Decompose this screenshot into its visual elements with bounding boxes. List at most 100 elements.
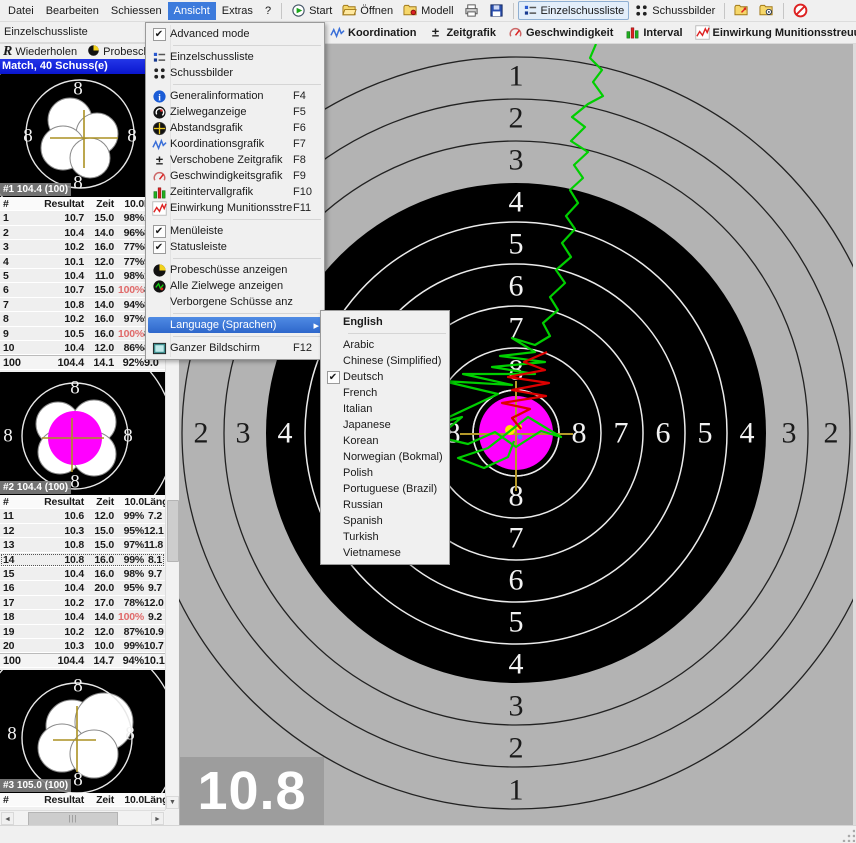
table-total-row[interactable]: 100104.414.794%10.1 [0, 653, 165, 668]
menubar-item-schiessen[interactable]: Schiessen [105, 2, 168, 20]
cell: 98% [114, 567, 144, 581]
menu-item-koordinationsgrafik[interactable]: KoordinationsgrafikF7 [146, 136, 324, 152]
shot-row[interactable]: 1510.416.098%9.7 [0, 567, 165, 581]
menu-item-einwirkung-munitionsstreuung[interactable]: Einwirkung MunitionsstreuungF11 [146, 200, 324, 216]
toolbar-button-label: Schussbilder [652, 5, 715, 17]
language-item-label: Vietnamese [343, 547, 444, 559]
all-paths-icon [152, 279, 167, 294]
svg-text:6: 6 [509, 270, 524, 303]
shot-row[interactable]: 1710.217.078%12.0 [0, 596, 165, 610]
language-item-arabic[interactable]: Arabic [321, 337, 449, 353]
graph-toggle-interval[interactable]: Interval [625, 25, 682, 40]
language-item-french[interactable]: French [321, 385, 449, 401]
horizontal-scrollbar[interactable]: ◄ ||| ► [0, 810, 165, 825]
menu-item-probesch-sse-anzeigen[interactable]: Probeschüsse anzeigen [146, 262, 324, 278]
language-item-label: Polish [343, 467, 444, 479]
menu-item-ganzer-bildschirm[interactable]: Ganzer BildschirmF12 [146, 340, 324, 356]
menu-separator [173, 219, 321, 220]
shot-row[interactable]: 810.216.097%9 [0, 312, 165, 326]
graph-toggle-einwirkung-munitionsstreuung[interactable]: Einwirkung Munitionsstreuung [695, 25, 856, 40]
menu-item-label: Menüleiste [170, 225, 293, 237]
shot-group-thumbnail[interactable]: 8888#3 105.0 (100) [0, 670, 165, 793]
language-item-italian[interactable]: Italian [321, 401, 449, 417]
horizontal-scroll-thumb[interactable]: ||| [28, 812, 118, 826]
language-item-vietnamese[interactable]: Vietnamese [321, 545, 449, 561]
toolbar-button-folder-export[interactable] [729, 1, 754, 20]
shot-group-thumbnail[interactable]: 8888#2 104.4 (100) [0, 372, 165, 495]
language-item-spanish[interactable]: Spanish [321, 513, 449, 529]
shot-row[interactable]: 1010.412.086%8 [0, 341, 165, 355]
cell: 12.0 [84, 341, 114, 355]
toolbar-button-folder-target[interactable] [754, 1, 779, 20]
toolbar-button-schussbilder[interactable]: Schussbilder [629, 1, 720, 20]
scroll-right-button[interactable]: ► [151, 812, 164, 825]
scroll-down-button[interactable]: ▼ [166, 796, 179, 809]
toolbar-button-print[interactable] [459, 1, 484, 20]
scroll-left-button[interactable]: ◄ [1, 812, 14, 825]
graph-toggle-geschwindigkeit[interactable]: Geschwindigkeit [508, 25, 613, 40]
menubar-item-datei[interactable]: Datei [2, 2, 40, 20]
vertical-scroll-thumb[interactable] [167, 500, 179, 562]
menu-item-verborgene-sch-sse-anzeigen[interactable]: Verborgene Schüsse anzeigen [146, 294, 324, 310]
language-item-turkish[interactable]: Turkish [321, 529, 449, 545]
shot-row[interactable]: 1810.414.0100%9.2 [0, 610, 165, 624]
toolbar-button-modell[interactable]: Modell [398, 1, 458, 20]
table-total-row[interactable]: 100104.414.192%9.0 [0, 355, 165, 370]
menu-item-abstandsgrafik[interactable]: AbstandsgrafikF6 [146, 120, 324, 136]
shot-row[interactable]: 610.715.0100%8 [0, 283, 165, 297]
repeat-button[interactable]: R Wiederholen [3, 46, 77, 58]
svg-text:8: 8 [123, 426, 133, 447]
language-item-russian[interactable]: Russian [321, 497, 449, 513]
toolbar-button-save[interactable] [484, 1, 509, 20]
resize-grip[interactable] [841, 828, 855, 842]
toolbar-button-einzelschussliste[interactable]: Einzelschussliste [518, 1, 630, 20]
menu-item-label: Zielweganzeige [170, 106, 293, 118]
toolbar-button-no-entry[interactable] [788, 1, 813, 20]
shot-row[interactable]: 1610.420.095%9.7 [0, 581, 165, 595]
language-item-japanese[interactable]: Japanese [321, 417, 449, 433]
language-item-english[interactable]: English [321, 314, 449, 330]
graph-toggle-koordination[interactable]: Koordination [330, 25, 416, 40]
shot-group-thumbnail[interactable]: 8888#1 104.4 (100) [0, 74, 165, 197]
shot-row[interactable]: 410.112.077%9 [0, 255, 165, 269]
menubar-item-help[interactable]: ? [259, 2, 277, 20]
menu-item-zielweganzeige[interactable]: ZielweganzeigeF5 [146, 104, 324, 120]
graph-toggle-zeitgrafik[interactable]: ±Zeitgrafik [428, 25, 496, 40]
language-item-portuguese-brazil[interactable]: Portuguese (Brazil) [321, 481, 449, 497]
language-item-deutsch[interactable]: ✔Deutsch [321, 369, 449, 385]
toolbar-button-start[interactable]: Start [286, 1, 337, 20]
shot-row[interactable]: 510.411.098%10 [0, 269, 165, 283]
menubar-item-ansicht[interactable]: Ansicht [168, 2, 216, 20]
menu-item-einzelschussliste[interactable]: Einzelschussliste [146, 49, 324, 65]
shot-row[interactable]: 1110.612.099%7.2 [0, 509, 165, 523]
shot-row[interactable]: 310.216.077%8 [0, 240, 165, 254]
menu-item-advanced-mode[interactable]: ✔Advanced mode [146, 26, 324, 42]
language-item-korean[interactable]: Korean [321, 433, 449, 449]
menu-item-generalinformation[interactable]: iGeneralinformationF4 [146, 88, 324, 104]
language-item-chinese-simplified[interactable]: Chinese (Simplified) [321, 353, 449, 369]
language-item-norwegian-bokmal[interactable]: Norwegian (Bokmal) [321, 449, 449, 465]
shot-row[interactable]: 910.516.0100%8 [0, 327, 165, 341]
shot-row[interactable]: 2010.310.099%10.7 [0, 639, 165, 653]
menu-item-geschwindigkeitsgrafik[interactable]: GeschwindigkeitsgrafikF9 [146, 168, 324, 184]
shot-row[interactable]: 1310.815.097%11.8 [0, 538, 165, 552]
cell: 15.0 [84, 538, 114, 552]
menubar-item-bearbeiten[interactable]: Bearbeiten [40, 2, 105, 20]
menubar-item-extras[interactable]: Extras [216, 2, 259, 20]
language-item-polish[interactable]: Polish [321, 465, 449, 481]
shot-row[interactable]: 1910.212.087%10.9 [0, 625, 165, 639]
menu-item-men-leiste[interactable]: ✔Menüleiste [146, 223, 324, 239]
toolbar-button-ffnen[interactable]: Öffnen [337, 1, 398, 20]
shot-row[interactable]: 710.814.094%8 [0, 298, 165, 312]
print-icon [464, 3, 479, 18]
menu-item-alle-zielwege-anzeigen[interactable]: Alle Zielwege anzeigen [146, 278, 324, 294]
menu-item-language-sprachen[interactable]: Language (Sprachen)▸ [148, 317, 322, 333]
menu-item-schussbilder[interactable]: Schussbilder [146, 65, 324, 81]
menu-item-statusleiste[interactable]: ✔Statusleiste [146, 239, 324, 255]
menu-item-zeitintervallgrafik[interactable]: ZeitintervallgrafikF10 [146, 184, 324, 200]
shot-row[interactable]: 1210.315.095%12.1 [0, 524, 165, 538]
shot-row[interactable]: 1410.816.099%8.1 [0, 553, 165, 567]
shot-row[interactable]: 110.715.098%10 [0, 211, 165, 225]
menu-item-verschobene-zeitgrafik[interactable]: ±Verschobene ZeitgrafikF8 [146, 152, 324, 168]
shot-row[interactable]: 210.414.096%8 [0, 226, 165, 240]
